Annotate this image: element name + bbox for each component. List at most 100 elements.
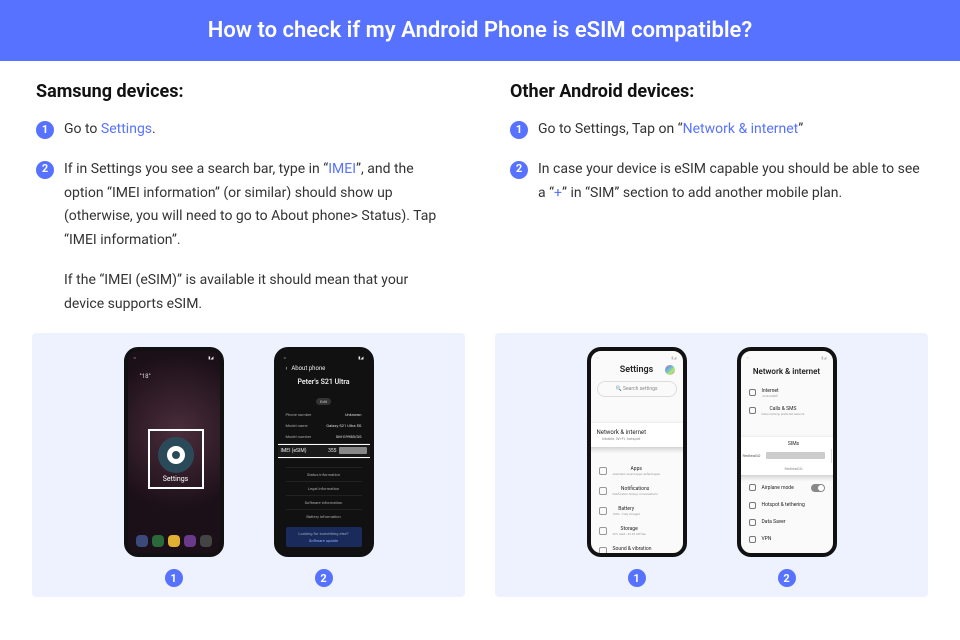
sims-row: RedteaGO + [737,449,837,463]
toggle-icon [811,484,825,492]
other-shot-1: ○▮◢ Settings 🔍 Search settings Network &… [587,347,687,588]
imei-value-prefix: 355 [328,448,336,454]
label: VPN [762,536,772,542]
bell-icon [599,487,607,495]
hotspot-icon [749,502,756,509]
dns-icon [749,553,756,557]
datasaver-icon [749,519,756,526]
text: ” [798,121,803,137]
phone-icon [749,407,756,414]
gallery-row: ○▮◢ °18° Settings 1 ○▮◢ ‹ About phone Pe… [0,333,960,598]
phone-mock-about-phone: ○▮◢ ‹ About phone Peter's S21 Ultra Edit… [274,347,374,557]
sims-callout: SIMs RedteaGO + RedteaGO [737,437,837,475]
network-internet-link[interactable]: Network & internet [683,121,799,137]
item-apps: AppsAssistant, recent apps, default apps [597,461,677,481]
other-gallery: ○▮◢ Settings 🔍 Search settings Network &… [495,333,928,598]
callout-title: Network & internet [597,429,647,436]
plus-link[interactable]: + [554,185,562,201]
status-bar: ○▮◢ [134,355,214,360]
item-private-dns: Private DNS [749,548,825,557]
status-bar: ○▮◢ [597,355,677,360]
settings-highlight: Settings [148,429,204,489]
text: Go to Settings, Tap on “ [538,121,683,137]
item-internet: InternetAndroidWifi [741,384,833,402]
sims-bottom: RedteaGO [743,466,837,471]
caption-badge: 1 [165,569,183,587]
weather-widget: °18° [140,373,151,380]
label: Model number [286,434,312,439]
samsung-step-1: 1 Go to Settings. [36,118,450,142]
settings-link[interactable]: Settings [101,121,152,137]
text: . [152,121,156,137]
caption-badge: 2 [315,569,333,587]
sub: 29% used - 45.49 GB free [613,532,646,536]
label: Model name [286,423,308,428]
row-battery: Battery information [286,509,362,523]
lfe-sub: Software update [290,538,358,543]
samsung-note: If the “IMEI (eSIM)” is available it sho… [64,269,450,317]
row-legal: Legal information [286,481,362,495]
row-model-number: Model numberSM-G998B/DS [286,431,362,442]
samsung-shot-2: ○▮◢ ‹ About phone Peter's S21 Ultra Edit… [274,347,374,588]
sims-title: SIMs [743,441,837,447]
item-notifications: NotificationsNotification history, conve… [597,481,677,501]
sound-icon [599,547,607,555]
samsung-shot-1: ○▮◢ °18° Settings 1 [124,347,224,588]
dock [136,535,212,547]
sub: 100% - Fully charged [613,512,640,516]
item-storage: Storage29% used - 45.49 GB free [597,521,677,541]
label: Internet [762,388,779,394]
row-phone-number: Phone numberUnknown [286,409,362,420]
page-header: How to check if my Android Phone is eSIM… [0,0,960,61]
search-settings-field: 🔍 Search settings [597,381,677,397]
battery-icon [599,507,607,515]
step-badge: 2 [36,161,54,179]
airplane-icon [749,484,756,491]
lower-list: Status information Legal information Sof… [286,467,362,547]
text: Go to [64,121,101,137]
imei-masked [339,447,367,454]
status-bar: ○▮◢ [747,355,827,360]
step-badge: 1 [36,121,54,139]
other-step-1: 1 Go to Settings, Tap on “Network & inte… [510,118,924,142]
lfe-text: Looking for something else? [290,531,358,536]
phone-mock-settings: ○▮◢ Settings 🔍 Search settings Network &… [587,347,687,557]
phone-mock-network-internet: ○▮◢ Network & internet InternetAndroidWi… [737,347,837,557]
item-vpn: VPN [749,531,825,548]
samsung-column: Samsung devices: 1 Go to Settings. 2 If … [36,81,450,333]
value: Unknown [345,412,362,417]
imei-link[interactable]: IMEI [328,161,356,177]
other-step-2: 2 In case your device is eSIM capable yo… [510,158,924,206]
device-name: Peter's S21 Ultra [278,376,370,388]
label: Airplane mode [762,485,794,491]
imei-callout: IMEI (eSIM) 355 [274,443,374,459]
step-badge: 2 [510,161,528,179]
sub: AndroidWifi [762,394,779,398]
item-datasaver: Data Saver [749,514,825,531]
apps-icon [599,467,607,475]
samsung-step-2: 2 If in Settings you see a search bar, t… [36,158,450,253]
gear-icon [665,365,675,375]
edit-button: Edit [316,398,331,405]
caption-badge: 2 [778,569,796,587]
columns: Samsung devices: 1 Go to Settings. 2 If … [0,61,960,333]
other-shot-2: ○▮◢ Network & internet InternetAndroidWi… [737,347,837,588]
status-bar: ○▮◢ [284,355,364,360]
about-title: About phone [291,365,325,372]
item-calls-sms: Calls & SMSData roaming, preferred netwo… [741,402,833,420]
looking-for-else: Looking for something else? Software upd… [286,527,362,547]
sim-brand: RedteaGO [743,453,761,458]
samsung-gallery: ○▮◢ °18° Settings 1 ○▮◢ ‹ About phone Pe… [32,333,465,598]
row-model-name: Model nameGalaxy S21 Ultra 5G [286,420,362,431]
gear-icon [158,437,194,473]
page-title: How to check if my Android Phone is eSIM… [208,18,752,43]
row-software: Software information [286,495,362,509]
phone-mock-samsung-home: ○▮◢ °18° Settings [124,347,224,557]
settings-list: AppsAssistant, recent apps, default apps… [597,461,677,557]
storage-icon [599,527,607,535]
text: ” in “SIM” section to add another mobile… [562,185,842,201]
step-badge: 1 [510,121,528,139]
settings-label: Settings [150,475,202,483]
item-hotspot: Hotspot & tethering [749,497,825,514]
item-battery: Battery100% - Fully charged [597,501,677,521]
